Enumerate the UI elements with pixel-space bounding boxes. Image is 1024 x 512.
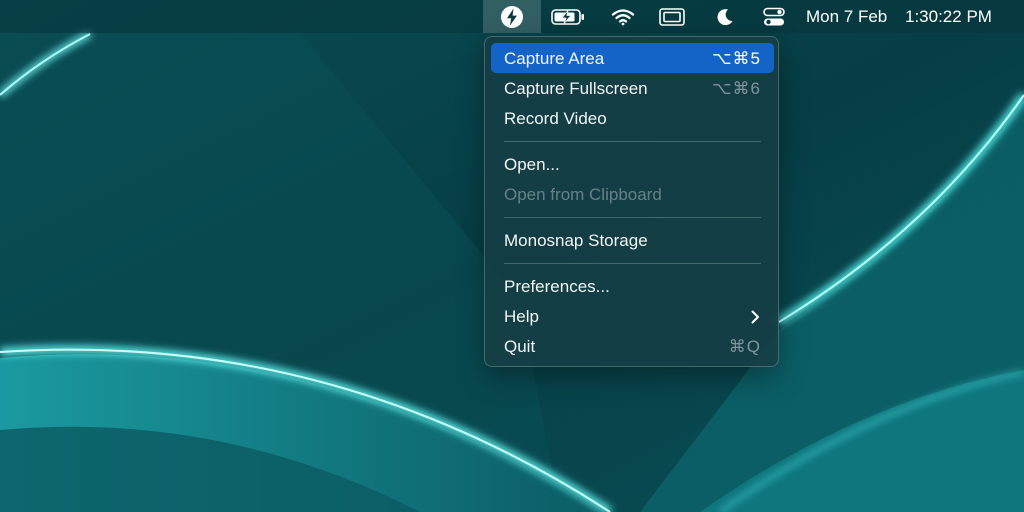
menu-bar: Mon 7 Feb 1:30:22 PM — [0, 0, 1024, 33]
menu-item-shortcut: ⌘Q — [728, 337, 761, 356]
menu-item-label: Preferences... — [504, 277, 610, 296]
menu-item-shortcut: ⌥⌘5 — [711, 49, 761, 68]
menu-item-preferences[interactable]: Preferences... — [491, 271, 774, 301]
battery-charging-icon[interactable] — [548, 0, 588, 33]
monosnap-dropdown-menu: Capture Area ⌥⌘5 Capture Fullscreen ⌥⌘6 … — [484, 36, 779, 367]
menu-item-label: Quit — [504, 337, 536, 356]
menu-item-open[interactable]: Open... — [491, 149, 774, 179]
menu-item-label: Capture Fullscreen — [504, 79, 648, 98]
menu-item-label: Record Video — [504, 109, 607, 128]
menu-separator — [504, 263, 761, 264]
menu-item-open-from-clipboard: Open from Clipboard — [491, 179, 774, 209]
menu-separator — [504, 141, 761, 142]
menu-item-label: Capture Area — [504, 49, 605, 68]
menu-item-capture-area[interactable]: Capture Area ⌥⌘5 — [491, 43, 774, 73]
menu-bar-date[interactable]: Mon 7 Feb — [806, 0, 898, 33]
menu-item-label: Monosnap Storage — [504, 231, 648, 250]
wifi-icon[interactable] — [605, 0, 641, 33]
chevron-right-icon — [750, 309, 760, 329]
menu-item-label: Open... — [504, 155, 560, 174]
menu-item-label: Open from Clipboard — [504, 185, 662, 204]
menu-bar-time[interactable]: 1:30:22 PM — [905, 0, 1011, 33]
menu-item-monosnap-storage[interactable]: Monosnap Storage — [491, 225, 774, 255]
monosnap-bolt-icon[interactable] — [483, 0, 541, 33]
menu-item-help[interactable]: Help — [491, 301, 774, 331]
menu-separator — [504, 217, 761, 218]
menu-item-label: Help — [504, 307, 539, 326]
menu-item-shortcut: ⌥⌘6 — [711, 79, 761, 98]
desktop: Mon 7 Feb 1:30:22 PM Capture Area ⌥⌘5 Ca… — [0, 0, 1024, 512]
menu-item-record-video[interactable]: Record Video — [491, 103, 774, 133]
display-mirroring-icon[interactable] — [654, 0, 690, 33]
menu-item-quit[interactable]: Quit ⌘Q — [491, 331, 774, 361]
menu-item-capture-fullscreen[interactable]: Capture Fullscreen ⌥⌘6 — [491, 73, 774, 103]
control-center-icon[interactable] — [758, 0, 790, 33]
moon-icon[interactable] — [710, 0, 740, 33]
